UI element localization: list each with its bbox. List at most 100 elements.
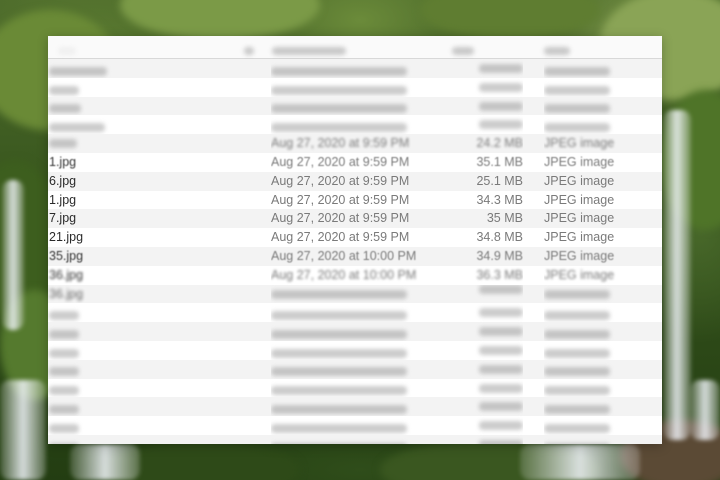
file-kind-cell xyxy=(544,78,654,97)
file-name-cell xyxy=(48,303,169,322)
file-kind-obscured xyxy=(544,329,610,339)
file-kind-obscured xyxy=(544,423,610,433)
file-size-obscured xyxy=(479,101,523,111)
file-date-modified-cell: Aug 27, 2020 at 9:59 PM xyxy=(271,228,421,247)
file-row[interactable]: 36.jpg xyxy=(48,284,662,304)
file-kind-cell: JPEG image xyxy=(544,247,654,266)
file-name: 36.jpg xyxy=(49,267,84,282)
file-row[interactable] xyxy=(48,378,662,398)
file-date-modified-obscured xyxy=(271,104,407,114)
file-kind-obscured xyxy=(544,66,610,76)
file-date-modified-obscured xyxy=(271,423,407,433)
file-size-cell xyxy=(428,322,523,341)
file-name-obscured xyxy=(49,329,79,339)
file-kind-obscured xyxy=(544,104,610,114)
file-name-cell: 1.jpg xyxy=(48,191,169,210)
file-row[interactable] xyxy=(48,322,662,341)
file-size-obscured xyxy=(479,383,523,393)
file-date-modified-cell: Aug 27, 2020 at 9:59 PM xyxy=(271,191,421,210)
file-name-cell: 1.jpg xyxy=(48,153,169,172)
file-name-cell xyxy=(48,341,169,360)
file-size: 24.2 MB xyxy=(476,136,523,151)
file-date-modified-cell xyxy=(271,303,421,322)
name-column-header[interactable] xyxy=(58,42,76,55)
file-kind-obscured xyxy=(544,85,610,95)
file-kind-cell xyxy=(544,303,654,322)
file-date-modified-obscured xyxy=(271,123,407,133)
file-row[interactable] xyxy=(48,59,662,78)
file-row[interactable]: 6.jpg Aug 27, 2020 at 9:59 PM 25.1 MB JPEG … xyxy=(48,171,662,191)
file-row[interactable]: 1.jpg Aug 27, 2020 at 9:59 PM 35.1 MB JPEG … xyxy=(48,152,662,172)
waterfall-stream xyxy=(70,444,140,480)
file-kind-cell: JPEG image xyxy=(544,266,654,285)
waterfall-stream xyxy=(2,180,24,330)
file-kind-cell: JPEG image xyxy=(544,134,654,153)
file-row[interactable]: 36.jpg Aug 27, 2020 at 10:00 PM 36.3 MB JPE… xyxy=(48,265,662,285)
file-size: 34.9 MB xyxy=(476,248,523,263)
file-kind-cell: JPEG image xyxy=(544,191,654,210)
file-size-obscured xyxy=(479,364,523,374)
file-date-modified: Aug 27, 2020 at 10:00 PM xyxy=(271,248,417,263)
file-row[interactable]: 1.jpg Aug 27, 2020 at 9:59 PM 34.3 MB JPEG … xyxy=(48,190,662,210)
file-row[interactable] xyxy=(48,303,662,323)
file-size-cell xyxy=(428,115,523,134)
file-date-modified-obscured xyxy=(271,367,407,377)
file-kind: JPEG image xyxy=(544,248,615,263)
file-size-cell xyxy=(428,303,523,322)
file-row[interactable]: 7.jpg Aug 27, 2020 at 9:59 PM 35 MB JPEG im… xyxy=(48,209,662,229)
file-name-cell: 36.jpg xyxy=(48,285,169,304)
file-row[interactable] xyxy=(48,96,662,116)
file-date-modified-obscured xyxy=(271,289,407,299)
foliage-patch xyxy=(420,0,600,40)
size-column-header[interactable] xyxy=(452,42,474,55)
file-size-cell: 35.1 MB xyxy=(428,153,523,172)
file-date-modified-cell: Aug 27, 2020 at 10:00 PM xyxy=(271,266,421,285)
waterfall-stream xyxy=(0,380,46,480)
file-row[interactable]: Aug 27, 2020 at 9:59 PM 24.2 MB JPEG image xyxy=(48,134,662,153)
file-date-modified-cell xyxy=(271,78,421,97)
file-row[interactable] xyxy=(48,359,662,379)
file-name-cell: 36.jpg xyxy=(48,266,169,285)
file-kind-cell xyxy=(544,360,654,379)
file-date-modified-cell: Aug 27, 2020 at 9:59 PM xyxy=(271,209,421,228)
kind-column-header[interactable] xyxy=(544,42,570,55)
file-row[interactable] xyxy=(48,340,662,360)
file-name-obscured xyxy=(49,85,79,95)
size-header-obscured xyxy=(452,46,474,55)
sort-indicator-icon xyxy=(244,42,254,55)
file-name-cell xyxy=(48,322,169,341)
file-name-cell: 7.jpg xyxy=(48,209,169,228)
file-date-modified-cell: Aug 27, 2020 at 9:59 PM xyxy=(271,153,421,172)
file-size-obscured xyxy=(479,120,523,130)
file-size: 25.1 MB xyxy=(476,173,523,188)
file-date-modified-cell xyxy=(271,322,421,341)
file-date-modified: Aug 27, 2020 at 10:00 PM xyxy=(271,267,417,282)
file-date-modified: Aug 27, 2020 at 9:59 PM xyxy=(271,173,410,188)
file-name: 1.jpg xyxy=(49,192,77,207)
file-row[interactable] xyxy=(48,77,662,97)
file-name-cell xyxy=(48,435,169,444)
file-size-obscured xyxy=(479,345,523,355)
file-name: 6.jpg xyxy=(49,173,77,188)
file-name: 21.jpg xyxy=(49,230,84,245)
waterfall-stream xyxy=(520,444,640,480)
date-column-header[interactable] xyxy=(272,42,346,55)
file-date-modified-obscured xyxy=(271,329,407,339)
file-name-cell xyxy=(48,78,169,97)
file-row[interactable] xyxy=(48,434,662,444)
file-date-modified-obscured xyxy=(271,405,407,415)
file-kind: JPEG image xyxy=(544,192,615,207)
file-row[interactable] xyxy=(48,397,662,417)
file-name-cell xyxy=(48,416,169,435)
file-name-obscured xyxy=(49,423,79,433)
file-size: 34.8 MB xyxy=(476,230,523,245)
file-name-cell xyxy=(48,59,169,78)
file-date-modified: Aug 27, 2020 at 9:59 PM xyxy=(271,230,410,245)
file-name-obscured xyxy=(49,442,79,444)
file-row[interactable] xyxy=(48,115,662,135)
file-size-cell xyxy=(428,360,523,379)
file-name-obscured xyxy=(49,123,105,133)
file-row[interactable]: 21.jpg Aug 27, 2020 at 9:59 PM 34.8 MB JPEG… xyxy=(48,228,662,247)
file-row[interactable]: 35.jpg Aug 27, 2020 at 10:00 PM 34.9 MB JPE… xyxy=(48,246,662,266)
file-row[interactable] xyxy=(48,416,662,435)
